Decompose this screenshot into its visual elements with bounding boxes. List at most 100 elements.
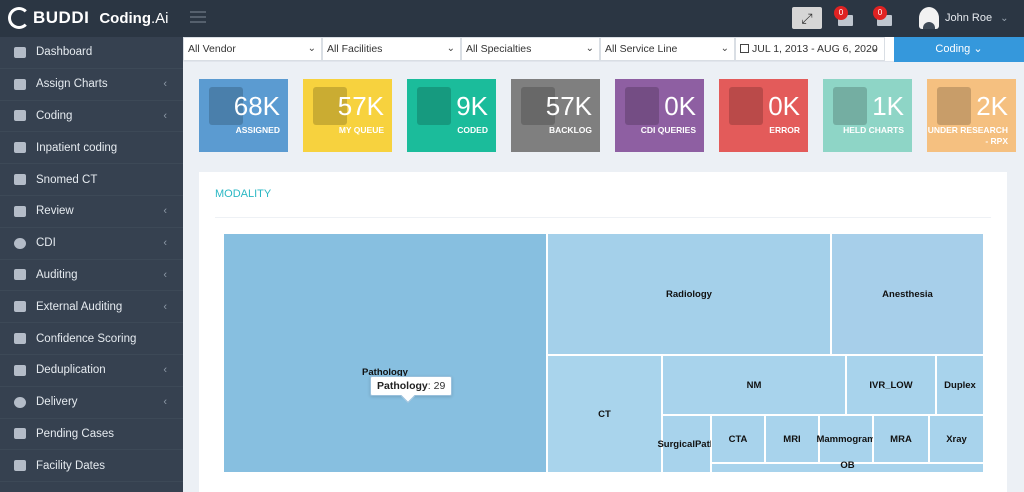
sidebar-item-review[interactable]: Review ‹ <box>0 196 183 228</box>
chevron-left-icon: ‹ <box>163 78 167 91</box>
chevron-left-icon: ‹ <box>163 396 167 409</box>
tile-icon <box>937 87 971 125</box>
sidebar-item-dashboard[interactable]: Dashboard <box>0 37 183 69</box>
top-navbar: BUDDI Coding .Ai ⤢ 0 0 John Roe ⌄ <box>0 0 1024 37</box>
stat-tile-coded[interactable]: 9K CODED <box>407 79 496 152</box>
chevron-left-icon: ‹ <box>163 237 167 250</box>
chevron-down-icon: ⌄ <box>973 43 983 55</box>
treemap-cell-label: SurgicalPath <box>657 438 716 450</box>
sidebar-item-confidence-scoring[interactable]: Confidence Scoring <box>0 323 183 355</box>
treemap-cell-label: Xray <box>946 433 967 445</box>
treemap-cell-label: Mammogram <box>816 433 876 445</box>
tile-value: 1K <box>872 91 904 121</box>
treemap-cell-label: MRA <box>890 433 912 445</box>
exclamation-circle-icon <box>14 237 26 249</box>
tile-label: HELD CHARTS <box>843 125 904 135</box>
treemap-cell-ivr-low[interactable]: IVR_LOW <box>846 355 936 415</box>
vendor-select[interactable]: All Vendor ⌄ <box>183 37 322 61</box>
stat-tile-cdi-queries[interactable]: 0K CDI QUERIES <box>615 79 704 152</box>
fullscreen-button[interactable]: ⤢ <box>792 7 822 29</box>
sidebar-item-label: Delivery <box>36 396 78 409</box>
treemap-cell-ob[interactable]: OB <box>711 460 984 473</box>
file-icon <box>14 428 26 440</box>
list-icon <box>14 78 26 90</box>
tile-label: ERROR <box>769 125 800 135</box>
treemap-cell-radiology[interactable]: Radiology <box>547 233 831 355</box>
expand-icon: ⤢ <box>801 10 813 26</box>
stat-tile-assigned[interactable]: 68K ASSIGNED <box>199 79 288 152</box>
treemap-cell-mammogram[interactable]: Mammogram <box>816 415 876 463</box>
sidebar-item-label: Inpatient coding <box>36 141 118 154</box>
tile-label: ASSIGNED <box>235 125 280 135</box>
dashboard-icon <box>14 46 26 58</box>
user-menu[interactable]: John Roe ⌄ <box>919 5 1008 31</box>
sidebar-item-cdi[interactable]: CDI ‹ <box>0 228 183 260</box>
tasks-notification[interactable]: 0 <box>873 6 895 30</box>
stat-tile-error[interactable]: 0K ERROR <box>719 79 808 152</box>
date-range-picker[interactable]: JUL 1, 2013 - AUG 6, 2020 ⌄ <box>735 37 885 61</box>
treemap-cell-label: Anesthesia <box>882 288 933 300</box>
coding-button-label: Coding <box>935 43 971 55</box>
tooltip-value: 29 <box>433 380 446 392</box>
tile-value: 57K <box>545 91 592 121</box>
stat-tile-backlog[interactable]: 57K BACKLOG <box>511 79 600 152</box>
check-square-icon <box>14 110 26 122</box>
calendar-icon <box>740 44 749 53</box>
sidebar-item-pending-cases[interactable]: Pending Cases <box>0 419 183 451</box>
coding-dropdown-button[interactable]: Coding ⌄ <box>894 37 1024 62</box>
tile-value: 57K <box>337 91 384 121</box>
tile-value: 2K <box>976 91 1008 121</box>
brand-logo[interactable]: BUDDI Coding .Ai <box>8 6 169 30</box>
sidebar-item-auditing[interactable]: Auditing ‹ <box>0 260 183 292</box>
treemap-cell-surgicalpath[interactable]: SurgicalPath <box>657 415 716 473</box>
tile-value: 0K <box>664 91 696 121</box>
service-line-select[interactable]: All Service Line ⌄ <box>600 37 735 61</box>
avatar <box>919 7 939 29</box>
specialties-select[interactable]: All Specialties ⌄ <box>461 37 600 61</box>
chevron-left-icon: ‹ <box>163 109 167 122</box>
sidebar-item-external-auditing[interactable]: External Auditing ‹ <box>0 291 183 324</box>
check-circle-icon <box>14 396 26 408</box>
sidebar-item-deduplication[interactable]: Deduplication ‹ <box>0 355 183 387</box>
treemap-cell-ct[interactable]: CT <box>547 355 662 473</box>
sidebar-item-delivery[interactable]: Delivery ‹ <box>0 387 183 419</box>
treemap-cell-duplex[interactable]: Duplex <box>936 355 984 415</box>
stat-tile-under-research-rpx[interactable]: 2K UNDER RESEARCH - RPX <box>927 79 1016 152</box>
file-icon <box>14 333 26 345</box>
sidebar-item-label: Dashboard <box>36 46 93 59</box>
sidebar-item-snomed-ct[interactable]: Snomed CT <box>0 164 183 196</box>
treemap-cell-xray[interactable]: Xray <box>929 415 984 463</box>
inbox-notification[interactable]: 0 <box>834 6 856 30</box>
facilities-select[interactable]: All Facilities ⌄ <box>322 37 461 61</box>
sidebar-item-facility-dates[interactable]: Facility Dates <box>0 450 183 483</box>
thumbs-up-icon <box>14 301 26 313</box>
tile-icon <box>625 87 659 125</box>
sidebar-item-label: Assign Charts <box>36 78 108 91</box>
buddi-logo-icon <box>8 7 30 29</box>
sidebar-item-label: Deduplication <box>36 364 106 377</box>
treemap-cell-pathology[interactable]: Pathology <box>223 233 547 473</box>
brand-name: BUDDI <box>33 8 90 27</box>
sidebar-item-coding[interactable]: Coding ‹ <box>0 101 183 133</box>
sidebar-item-label: Facility Dates <box>36 459 106 472</box>
treemap-cell-cta[interactable]: CTA <box>711 415 765 463</box>
sidebar-item-label: Pending Cases <box>36 427 114 440</box>
chevron-left-icon: ‹ <box>163 300 167 313</box>
tile-value: 68K <box>233 91 280 121</box>
treemap-cell-label: NM <box>746 379 762 391</box>
thumbs-up-icon <box>14 269 26 281</box>
treemap-cell-mri[interactable]: MRI <box>765 415 819 463</box>
treemap-cell-mra[interactable]: MRA <box>873 415 929 463</box>
sidebar-item-inpatient-coding[interactable]: Inpatient coding <box>0 132 183 165</box>
tile-label: CDI QUERIES <box>640 125 696 135</box>
sidebar: Dashboard Assign Charts ‹ Coding ‹ Inpatient … <box>0 37 183 492</box>
treemap-cell-nm[interactable]: NM <box>662 355 846 415</box>
chevron-down-icon: ⌄ <box>585 43 594 54</box>
treemap-cell-anesthesia[interactable]: Anesthesia <box>831 233 984 355</box>
menu-toggle-icon[interactable] <box>190 11 206 25</box>
stat-tile-my-queue[interactable]: 57K MY QUEUE <box>303 79 392 152</box>
tile-icon <box>417 87 451 125</box>
tile-label: CODED <box>457 125 488 135</box>
sidebar-item-assign-charts[interactable]: Assign Charts ‹ <box>0 69 183 101</box>
stat-tile-held-charts[interactable]: 1K HELD CHARTS <box>823 79 912 152</box>
